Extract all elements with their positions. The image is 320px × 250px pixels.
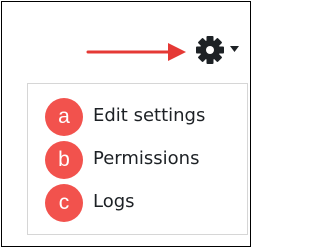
annotation-marker-b: b bbox=[45, 141, 83, 179]
menu-item-edit-settings[interactable]: a Edit settings bbox=[28, 96, 247, 138]
screenshot-frame: a Edit settings b Permissions c Logs bbox=[1, 1, 251, 247]
menu-item-permissions[interactable]: b Permissions bbox=[28, 139, 247, 181]
gear-icon bbox=[196, 36, 224, 64]
logs-label: Logs bbox=[93, 191, 135, 212]
red-arrow-pointer bbox=[86, 43, 186, 61]
annotation-marker-c: c bbox=[45, 184, 83, 222]
actions-menu-toggle[interactable] bbox=[195, 35, 249, 65]
permissions-label: Permissions bbox=[93, 148, 200, 169]
caret-down-icon bbox=[230, 46, 239, 52]
menu-item-logs[interactable]: c Logs bbox=[28, 182, 247, 224]
annotation-marker-a: a bbox=[45, 98, 83, 136]
edit-settings-label: Edit settings bbox=[93, 105, 206, 126]
actions-dropdown-menu: a Edit settings b Permissions c Logs bbox=[27, 83, 248, 235]
